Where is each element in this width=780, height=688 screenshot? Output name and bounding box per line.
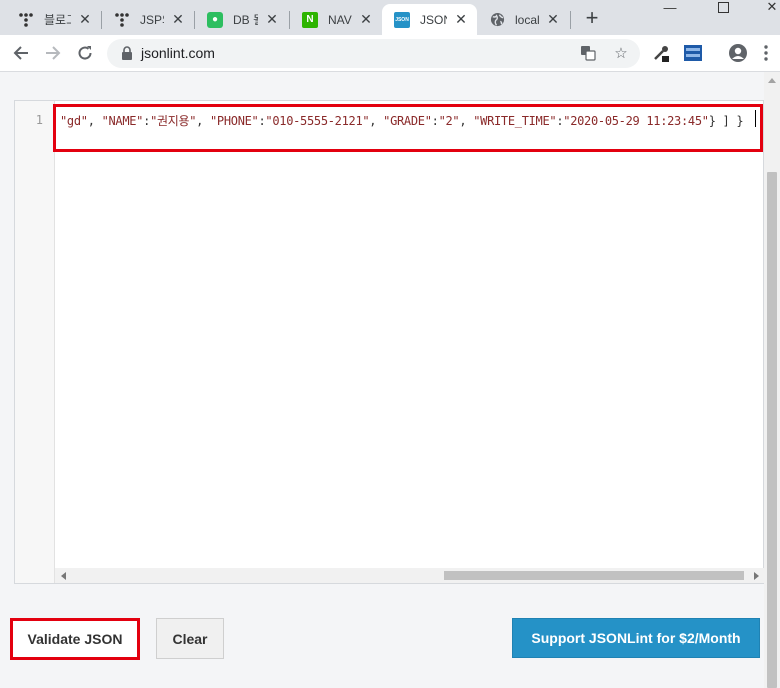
maximize-icon[interactable] — [713, 0, 733, 14]
tab-db[interactable]: ● DB 될 ✕ — [195, 4, 288, 35]
address-bar[interactable]: jsonlint.com ☆ — [107, 39, 640, 68]
translate-icon[interactable] — [579, 44, 597, 62]
new-tab-button[interactable]: + — [580, 5, 604, 30]
url-text: jsonlint.com — [141, 45, 215, 61]
minimize-icon[interactable]: — — [660, 0, 680, 15]
extension-icon[interactable] — [683, 43, 703, 63]
close-icon[interactable]: ✕ — [264, 11, 280, 28]
globe-icon — [489, 12, 505, 28]
scroll-right-icon[interactable] — [754, 572, 759, 580]
close-icon[interactable]: ✕ — [170, 11, 186, 28]
tab-title: localh — [515, 12, 539, 27]
tab-divider — [570, 11, 571, 29]
line-gutter: 1 — [15, 101, 55, 583]
editor-horizontal-scrollbar[interactable] — [55, 568, 765, 583]
scrollbar-thumb[interactable] — [444, 571, 744, 580]
scroll-up-icon[interactable] — [768, 78, 776, 83]
evernote-icon: ● — [207, 11, 223, 28]
close-icon[interactable]: ✕ — [358, 11, 374, 28]
tab-title: NAVE — [328, 12, 352, 27]
scroll-left-icon[interactable] — [61, 572, 66, 580]
close-icon[interactable]: ✕ — [545, 11, 561, 28]
close-icon[interactable]: ✕ — [77, 11, 93, 28]
page-scrollbar[interactable] — [764, 72, 780, 688]
tab-naver[interactable]: N NAVE ✕ — [290, 4, 382, 35]
tab-jsonlint[interactable]: JSON JSON ✕ — [382, 4, 477, 35]
naver-icon: N — [302, 11, 318, 28]
forward-icon[interactable] — [41, 41, 65, 65]
tab-strip: 블로그 ✕ JSP의 ✕ ● DB 될 ✕ N NAVE ✕ JSON JSON… — [0, 0, 780, 35]
close-icon[interactable]: ✕ — [453, 11, 469, 28]
reload-icon[interactable] — [73, 41, 97, 65]
tab-localhost[interactable]: localh ✕ — [477, 4, 569, 35]
code-highlight-box — [53, 104, 763, 152]
browser-toolbar: jsonlint.com ☆ — [0, 35, 780, 72]
tab-title: JSP의 — [140, 13, 164, 27]
window-close-icon[interactable]: ✕ — [762, 0, 780, 14]
tab-title: 블로그 — [44, 13, 71, 27]
tab-title: DB 될 — [233, 13, 258, 27]
tistory-icon — [114, 12, 130, 28]
line-number: 1 — [35, 113, 43, 127]
validate-json-button[interactable]: Validate JSON — [10, 618, 140, 660]
scrollbar-thumb[interactable] — [767, 172, 777, 688]
tab-blog[interactable]: 블로그 ✕ — [6, 4, 101, 35]
eyedropper-extension-icon[interactable] — [651, 43, 671, 63]
json-editor[interactable]: 1 "gd", "NAME":"권지용", "PHONE":"010-5555-… — [14, 100, 765, 584]
lock-icon[interactable] — [121, 46, 133, 60]
menu-kebab-icon[interactable] — [756, 43, 776, 63]
jsonlint-icon: JSON — [394, 11, 410, 28]
tab-title: JSON — [420, 12, 447, 27]
tab-jsp[interactable]: JSP의 ✕ — [102, 4, 194, 35]
tistory-icon — [18, 12, 34, 28]
profile-avatar-icon[interactable] — [728, 43, 748, 63]
bookmark-star-icon[interactable]: ☆ — [612, 44, 630, 62]
support-jsonlint-button[interactable]: Support JSONLint for $2/Month — [512, 618, 760, 658]
back-icon[interactable] — [9, 41, 33, 65]
clear-button[interactable]: Clear — [156, 618, 224, 659]
